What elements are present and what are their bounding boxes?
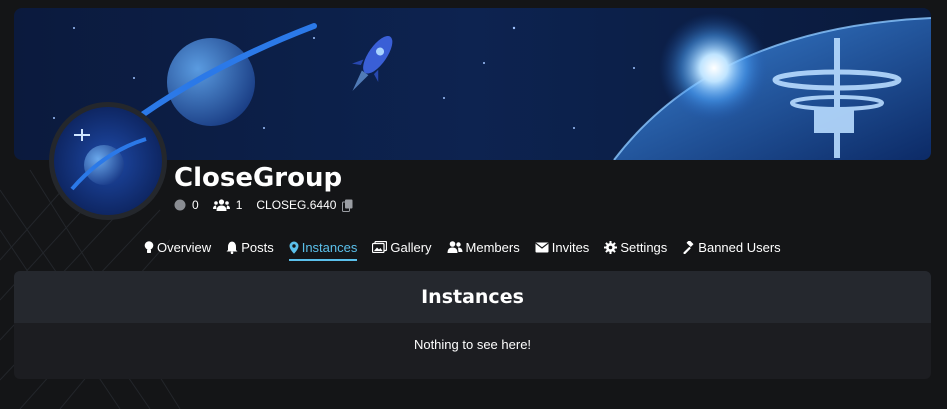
instances-panel: Instances Nothing to see here! <box>14 271 931 379</box>
tab-members-label: Members <box>465 239 520 255</box>
tab-banned-users[interactable]: Banned Users <box>682 238 781 261</box>
lightbulb-icon <box>144 240 154 254</box>
bell-icon <box>226 241 238 254</box>
online-count-stat: 0 <box>174 198 199 212</box>
tab-invites[interactable]: Invites <box>535 238 590 261</box>
images-icon <box>372 241 388 253</box>
tab-posts[interactable]: Posts <box>226 238 274 261</box>
envelope-icon <box>535 242 549 253</box>
tab-posts-label: Posts <box>241 239 274 255</box>
tab-gallery[interactable]: Gallery <box>372 238 432 261</box>
group-code: CLOSEG.6440 <box>256 198 353 212</box>
copy-icon[interactable] <box>342 199 353 212</box>
group-nav: Overview Posts Instances Gallery Members… <box>144 238 796 264</box>
users-icon <box>447 241 463 253</box>
group-stats: 0 1 CLOSEG.6440 <box>174 196 353 214</box>
tab-overview-label: Overview <box>157 239 212 255</box>
gear-icon <box>604 240 618 254</box>
empty-message: Nothing to see here! <box>413 337 532 352</box>
tab-invites-label: Invites <box>551 239 590 255</box>
group-code-text: CLOSEG.6440 <box>256 198 337 212</box>
status-dot-icon <box>174 199 186 211</box>
member-count: 1 <box>235 198 243 212</box>
tab-gallery-label: Gallery <box>390 239 432 255</box>
tab-settings[interactable]: Settings <box>604 238 667 261</box>
tab-overview[interactable]: Overview <box>144 238 211 261</box>
online-count: 0 <box>192 198 199 212</box>
tab-instances[interactable]: Instances <box>288 238 358 261</box>
tab-settings-label: Settings <box>620 239 668 255</box>
map-pin-icon <box>289 241 299 254</box>
tab-instances-label: Instances <box>301 239 358 255</box>
tab-banned-users-label: Banned Users <box>698 239 781 255</box>
group-avatar[interactable] <box>49 102 167 220</box>
panel-title: Instances <box>14 271 931 323</box>
gavel-icon <box>682 240 695 254</box>
tab-members[interactable]: Members <box>447 238 520 261</box>
member-count-stat: 1 <box>212 198 243 212</box>
group-name: CloseGroup <box>174 163 343 193</box>
users-icon <box>212 199 230 211</box>
group-header: CloseGroup 0 1 CLOSEG.6440 <box>174 162 353 214</box>
